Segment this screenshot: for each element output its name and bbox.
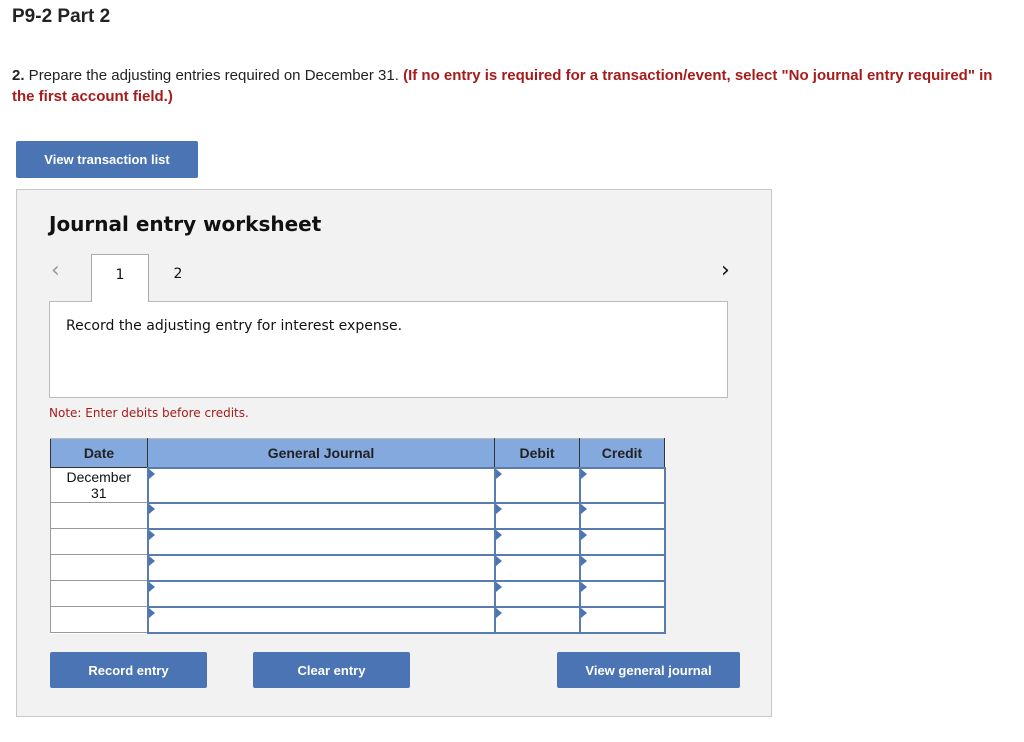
credit-cell[interactable] bbox=[578, 501, 666, 530]
input-indicator-icon bbox=[580, 581, 587, 592]
date-cell bbox=[50, 554, 148, 581]
account-input[interactable] bbox=[148, 529, 494, 554]
debit-input[interactable] bbox=[495, 468, 579, 502]
header-date: Date bbox=[50, 438, 148, 468]
credit-cell[interactable] bbox=[578, 605, 666, 634]
prompt-text: Record the adjusting entry for interest … bbox=[66, 318, 403, 334]
credit-cell[interactable] bbox=[578, 579, 666, 608]
dropdown-indicator-icon bbox=[148, 555, 155, 566]
dropdown-indicator-icon bbox=[148, 581, 155, 592]
date-cell: December 31 bbox=[50, 467, 148, 503]
dropdown-indicator-icon bbox=[148, 529, 155, 540]
date-cell bbox=[50, 606, 148, 633]
date-day: 31 bbox=[90, 485, 107, 501]
worksheet-title: Journal entry worksheet bbox=[49, 212, 322, 236]
table-row bbox=[50, 501, 666, 530]
table-header-row: Date General Journal Debit Credit bbox=[50, 438, 665, 468]
date-cell bbox=[50, 580, 148, 607]
input-indicator-icon bbox=[580, 607, 587, 618]
debit-cell[interactable] bbox=[493, 501, 581, 530]
credit-input[interactable] bbox=[580, 607, 664, 632]
input-indicator-icon bbox=[495, 468, 502, 479]
input-indicator-icon bbox=[580, 529, 587, 540]
account-input[interactable] bbox=[148, 607, 494, 632]
debit-cell[interactable] bbox=[493, 527, 581, 556]
date-cell bbox=[50, 528, 148, 555]
credit-input[interactable] bbox=[580, 555, 664, 580]
date-cell bbox=[50, 502, 148, 529]
journal-entry-worksheet: Journal entry worksheet ‹ 1 2 › Record t… bbox=[16, 189, 772, 717]
prompt-box: Record the adjusting entry for interest … bbox=[49, 301, 728, 398]
credit-cell[interactable] bbox=[578, 466, 666, 504]
part-title: P9-2 Part 2 bbox=[12, 6, 111, 27]
account-cell[interactable] bbox=[146, 466, 496, 504]
dropdown-indicator-icon bbox=[148, 468, 155, 479]
debit-input[interactable] bbox=[495, 503, 579, 528]
account-input[interactable] bbox=[148, 555, 494, 580]
input-indicator-icon bbox=[495, 555, 502, 566]
account-cell[interactable] bbox=[146, 605, 496, 634]
input-indicator-icon bbox=[495, 607, 502, 618]
input-indicator-icon bbox=[495, 581, 502, 592]
credit-input[interactable] bbox=[580, 468, 664, 502]
credit-cell[interactable] bbox=[578, 553, 666, 582]
account-cell[interactable] bbox=[146, 553, 496, 582]
journal-table: Date General Journal Debit Credit Decemb… bbox=[50, 438, 666, 634]
view-general-journal-button[interactable]: View general journal bbox=[557, 652, 740, 688]
chevron-left-icon[interactable]: ‹ bbox=[51, 258, 60, 283]
input-indicator-icon bbox=[580, 555, 587, 566]
tab-2[interactable]: 2 bbox=[149, 254, 207, 302]
clear-entry-button[interactable]: Clear entry bbox=[253, 652, 410, 688]
debit-input[interactable] bbox=[495, 529, 579, 554]
header-general-journal: General Journal bbox=[147, 438, 495, 468]
note-text: Note: Enter debits before credits. bbox=[49, 406, 249, 420]
dropdown-indicator-icon bbox=[148, 503, 155, 514]
question-number: 2. bbox=[12, 67, 25, 84]
question-body: Prepare the adjusting entries required o… bbox=[24, 67, 404, 84]
debit-cell[interactable] bbox=[493, 579, 581, 608]
input-indicator-icon bbox=[495, 529, 502, 540]
input-indicator-icon bbox=[495, 503, 502, 514]
chevron-right-icon[interactable]: › bbox=[721, 258, 730, 283]
dropdown-indicator-icon bbox=[148, 607, 155, 618]
header-debit: Debit bbox=[494, 438, 580, 468]
table-row: December 31 bbox=[50, 466, 666, 504]
view-transaction-list-button[interactable]: View transaction list bbox=[16, 141, 198, 178]
input-indicator-icon bbox=[580, 503, 587, 514]
table-row bbox=[50, 605, 666, 634]
header-credit: Credit bbox=[579, 438, 665, 468]
account-cell[interactable] bbox=[146, 579, 496, 608]
debit-input[interactable] bbox=[495, 555, 579, 580]
input-indicator-icon bbox=[580, 468, 587, 479]
table-row bbox=[50, 579, 666, 608]
tab-1[interactable]: 1 bbox=[91, 254, 149, 302]
account-input[interactable] bbox=[148, 503, 494, 528]
debit-input[interactable] bbox=[495, 607, 579, 632]
debit-input[interactable] bbox=[495, 581, 579, 606]
question-text: 2. Prepare the adjusting entries require… bbox=[12, 65, 1017, 107]
credit-cell[interactable] bbox=[578, 527, 666, 556]
debit-cell[interactable] bbox=[493, 466, 581, 504]
account-cell[interactable] bbox=[146, 527, 496, 556]
debit-cell[interactable] bbox=[493, 605, 581, 634]
credit-input[interactable] bbox=[580, 529, 664, 554]
table-row bbox=[50, 527, 666, 556]
tab-label: 1 bbox=[115, 267, 125, 283]
credit-input[interactable] bbox=[580, 503, 664, 528]
date-month: December bbox=[66, 469, 132, 485]
debit-cell[interactable] bbox=[493, 553, 581, 582]
account-input[interactable] bbox=[148, 468, 494, 502]
table-row bbox=[50, 553, 666, 582]
account-cell[interactable] bbox=[146, 501, 496, 530]
record-entry-button[interactable]: Record entry bbox=[50, 652, 207, 688]
credit-input[interactable] bbox=[580, 581, 664, 606]
account-input[interactable] bbox=[148, 581, 494, 606]
tab-label: 2 bbox=[173, 266, 183, 282]
